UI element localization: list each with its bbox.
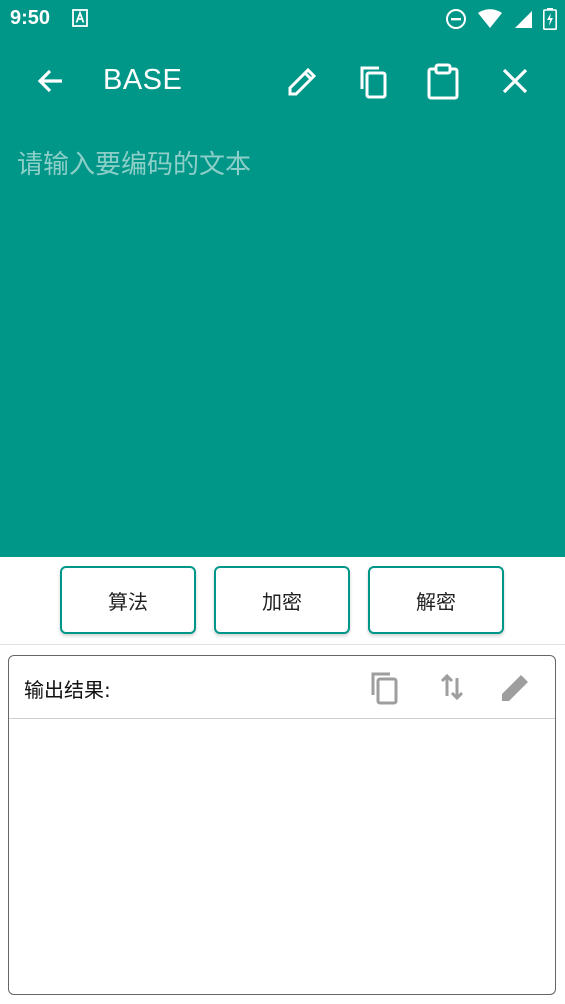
output-label: 输出结果:: [24, 678, 111, 702]
copy-icon[interactable]: [354, 62, 392, 100]
decrypt-button[interactable]: 解密: [368, 566, 504, 634]
output-header: 输出结果:: [9, 656, 555, 719]
signal-icon: [515, 11, 532, 28]
page-title: BASE: [103, 64, 183, 96]
back-arrow-icon[interactable]: [34, 64, 68, 98]
text-input[interactable]: [0, 140, 565, 550]
status-time: 9:50: [10, 7, 51, 29]
toolbar: BASE: [0, 40, 565, 124]
swap-vertical-icon[interactable]: [433, 668, 471, 706]
do-not-disturb-icon: [446, 9, 466, 29]
output-text[interactable]: [9, 719, 555, 993]
copy-icon[interactable]: [365, 668, 403, 706]
pencil-icon[interactable]: [284, 62, 322, 100]
battery-charging-icon: [543, 8, 557, 30]
editor-panel: 9:50 BASE: [0, 0, 565, 557]
keyboard-a-icon: [72, 9, 88, 27]
divider: [0, 644, 565, 645]
clipboard-icon[interactable]: [424, 62, 462, 100]
close-icon[interactable]: [496, 62, 534, 100]
encrypt-button[interactable]: 加密: [214, 566, 350, 634]
status-bar: 9:50: [0, 0, 565, 38]
action-buttons: 算法 加密 解密: [0, 557, 565, 645]
wifi-icon: [478, 9, 502, 28]
pencil-icon[interactable]: [497, 668, 535, 706]
algorithm-button[interactable]: 算法: [60, 566, 196, 634]
output-card: 输出结果:: [8, 655, 556, 995]
